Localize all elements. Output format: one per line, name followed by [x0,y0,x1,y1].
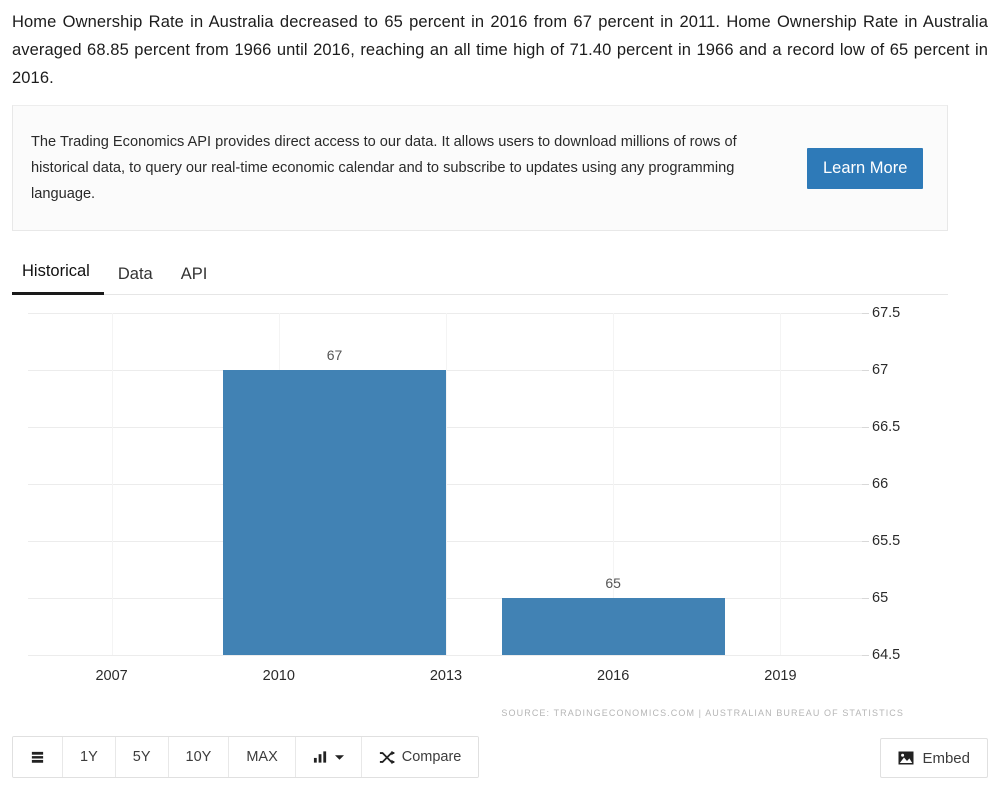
chart-bar[interactable] [501,598,725,655]
shuffle-icon [379,750,395,765]
toolbar-compare-button[interactable]: Compare [361,737,479,777]
api-promo-text: The Trading Economics API provides direc… [31,134,737,202]
tab-api[interactable]: API [167,265,222,295]
y-axis-tick-mark [862,313,869,314]
y-axis-tick-label: 67 [872,362,889,378]
y-axis-tick-mark [862,655,869,656]
chart-toolbar: 1Y 5Y 10Y MAX Compare [12,736,480,778]
chart-plot-area[interactable]: 67 65 [28,313,864,656]
x-axis-tick-label: 2010 [262,668,295,684]
y-axis-tick-mark [862,484,869,485]
chart-gridline [28,655,864,656]
embed-label: Embed [922,749,970,767]
tab-data[interactable]: Data [104,265,167,295]
x-axis-tick-label: 2016 [597,668,630,684]
y-axis-tick-label: 66.5 [872,419,901,435]
toolbar-list-button[interactable] [13,737,63,777]
list-icon [30,750,45,765]
chart-bar-value-label: 65 [605,575,621,591]
image-icon [898,751,914,765]
y-axis-tick-label: 64.5 [872,647,901,663]
chevron-down-icon [334,754,344,761]
chart-vertical-gridline [111,313,113,655]
api-promo-box: The Trading Economics API provides direc… [12,105,948,231]
x-axis-tick-label: 2019 [764,668,797,684]
embed-button[interactable]: Embed [880,738,988,778]
y-axis-tick-mark [862,541,869,542]
toolbar-chart-type-button[interactable] [295,737,362,777]
y-axis-tick-label: 66 [872,476,889,492]
y-axis-tick-mark [862,370,869,371]
chart-container[interactable]: 67 65 67.5 67 66.5 66 65.5 65 64.5 2007 2010 2013 2… [0,295,1000,735]
tab-historical[interactable]: Historical [12,262,104,295]
chart-vertical-gridline [446,313,447,655]
y-axis-tick-mark [862,427,869,428]
toolbar-range-max[interactable]: MAX [229,737,296,777]
chart-source-attribution: SOURCE: TRADINGECONOMICS.COM | AUSTRALIA… [501,708,904,718]
bar-chart-icon [313,750,328,764]
x-axis-tick-label: 2007 [95,668,128,684]
y-axis-tick-label: 65.5 [872,533,901,549]
tab-bar: Historical Data API [12,253,948,295]
chart-vertical-gridline [780,313,782,655]
y-axis-tick-mark [862,598,869,599]
x-axis-tick-label: 2013 [429,668,463,684]
chart-bar[interactable] [223,370,446,655]
toolbar-range-5y[interactable]: 5Y [115,737,169,777]
toolbar-compare-label: Compare [401,749,462,765]
learn-more-button[interactable]: Learn More [807,147,924,189]
y-axis-tick-label: 65 [872,590,889,606]
chart-bar-value-label: 67 [326,347,343,363]
y-axis-tick-label: 67.5 [872,305,901,321]
toolbar-range-10y[interactable]: 10Y [168,737,230,777]
toolbar-range-1y[interactable]: 1Y [63,737,116,777]
summary-paragraph: Home Ownership Rate in Australia decreas… [12,13,988,87]
